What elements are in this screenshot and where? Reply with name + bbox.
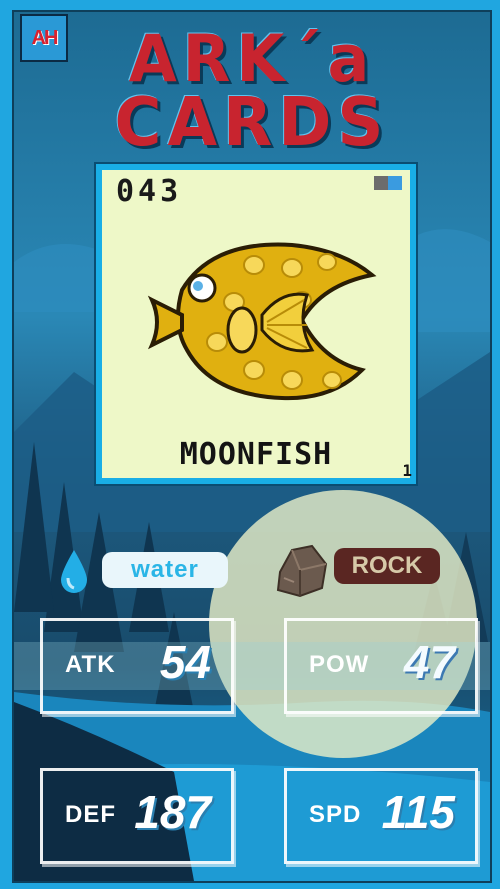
corner-swatch-icon [374,176,402,190]
type-badge-rock[interactable]: ROCK [334,548,440,584]
stat-pow-value: 47 [403,636,455,688]
stat-spd-label: SPD [309,801,362,828]
card-number: 043 [116,174,183,209]
stat-atk-value: 54 [159,636,211,688]
stat-pow: POW 47 [284,618,478,714]
card-face: 043 MOONFISH 1 [102,170,412,480]
type-row: Water ROCK [14,542,490,602]
rock-icon [276,544,328,598]
stat-def-value: 187 [134,786,211,838]
card-index: 1 [402,461,412,480]
type-badge-water[interactable]: Water [102,552,228,588]
creature-name: MOONFISH [179,437,333,472]
type-label-rock: ROCK [351,552,423,579]
stat-pow-label: POW [309,651,370,678]
creature-card[interactable]: 043 MOONFISH 1 [94,162,418,486]
card-frame: AH ARK´a CARDS 043 MOONFISH 1 water ROCK… [0,0,500,889]
stat-spd: SPD 115 [284,768,478,864]
title-line-2: CARDS [114,84,390,162]
stat-atk: ATK 54 [40,618,234,714]
stat-spd-value: 115 [381,786,455,838]
stat-atk-label: ATK [65,651,116,678]
water-drop-icon [61,550,87,593]
stat-def-label: DEF [65,801,116,828]
type-label-water: Water [131,556,199,583]
card-background: AH ARK´a CARDS 043 MOONFISH 1 water ROCK… [12,10,492,883]
moonfish-sprite [147,242,377,401]
stat-def: DEF 187 [40,768,234,864]
